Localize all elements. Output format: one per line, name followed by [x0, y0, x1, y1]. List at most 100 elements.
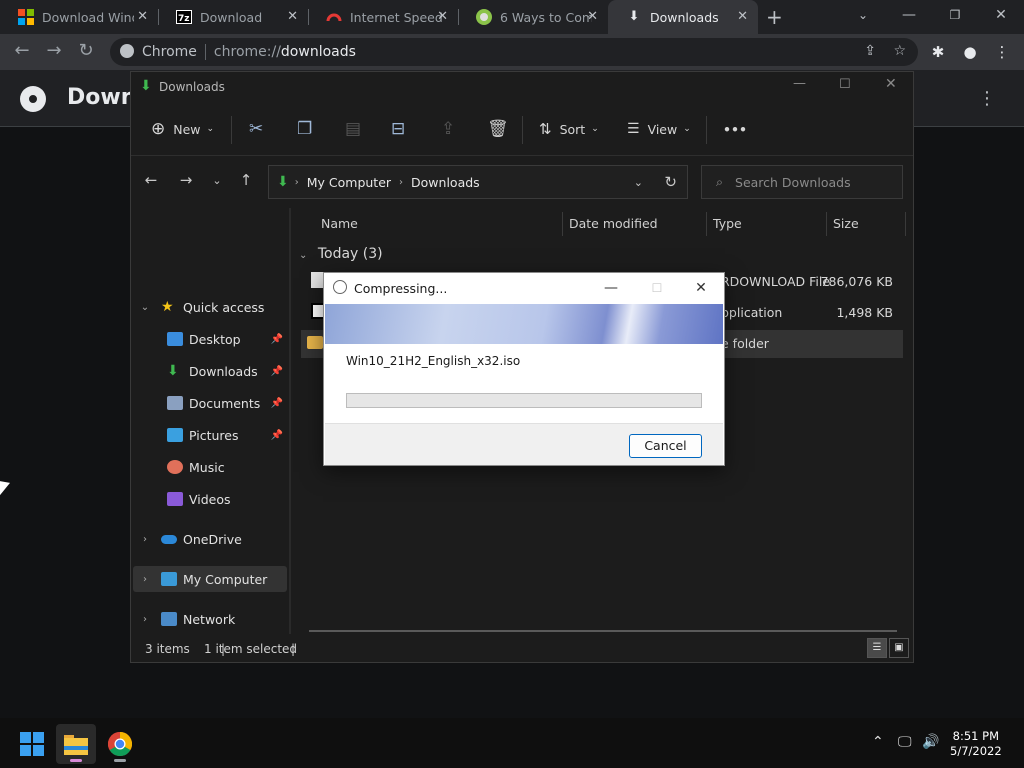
group-header-today[interactable]: ⌄ Today (3)	[299, 246, 383, 262]
nav-desktop[interactable]: Desktop 📌	[167, 326, 287, 352]
restore-button[interactable]: ❐	[932, 0, 978, 34]
column-separator[interactable]	[706, 212, 707, 236]
chevron-down-icon[interactable]: ⌄	[634, 176, 643, 189]
clock-time: 8:51 PM	[952, 729, 999, 743]
address-bar-row: ← → ⌄ ↑ ⬇ › My Computer › Downloads ⌄ ↻ …	[131, 156, 913, 208]
nav-my-computer[interactable]: › My Computer	[133, 566, 287, 592]
chevron-down-icon: ⌄	[683, 124, 691, 134]
search-placeholder: Search Downloads	[735, 174, 851, 190]
system-clock[interactable]: 8:51 PM 5/7/2022	[950, 729, 1002, 759]
breadcrumb-downloads[interactable]: Downloads	[411, 175, 480, 190]
close-button[interactable]: ✕	[885, 76, 897, 92]
minimize-button[interactable]: —	[793, 76, 806, 91]
sort-button[interactable]: ⇅ Sort ⌄	[539, 102, 599, 156]
new-tab-button[interactable]: +	[766, 5, 783, 29]
new-button[interactable]: ⊕ New ⌄	[151, 102, 214, 156]
search-input[interactable]: ⌕ Search Downloads	[701, 165, 903, 199]
minimize-button[interactable]: —	[886, 0, 932, 34]
omnibox-site-label: Chrome	[142, 44, 197, 60]
forward-button[interactable]: →	[38, 34, 70, 70]
column-header-date[interactable]: Date modified	[569, 214, 658, 238]
nav-label: Music	[189, 459, 225, 475]
view-icon: ☰	[627, 121, 640, 137]
volume-icon[interactable]: 🔊	[922, 734, 939, 750]
close-tab-icon[interactable]: ✕	[737, 9, 748, 24]
tab-search-icon[interactable]: ⌄	[840, 0, 886, 34]
recent-locations-icon[interactable]: ⌄	[205, 174, 229, 187]
command-separator	[522, 116, 523, 144]
address-bar[interactable]: ⬇ › My Computer › Downloads ⌄ ↻	[268, 165, 688, 199]
scissors-icon: ✂	[249, 119, 264, 139]
delete-button[interactable]: 🗑	[487, 102, 509, 156]
nav-videos[interactable]: Videos	[167, 486, 287, 512]
nav-pictures[interactable]: Pictures 📌	[167, 422, 287, 448]
bookmark-star-icon[interactable]: ☆	[893, 43, 906, 59]
nav-network[interactable]: › Network	[139, 606, 295, 632]
forward-arrow-icon[interactable]: →	[174, 171, 198, 189]
close-tab-icon[interactable]: ✕	[287, 9, 298, 24]
extensions-icon[interactable]: ✱	[922, 34, 954, 70]
tiles-view-icon[interactable]: ▣	[889, 638, 909, 658]
tab-download-7zip[interactable]: 7z Download ✕	[158, 0, 308, 34]
reload-button[interactable]: ↻	[70, 34, 102, 70]
copy-button[interactable]: ❐	[297, 102, 312, 156]
column-separator[interactable]	[905, 212, 906, 236]
chrome-menu-icon[interactable]: ⋮	[986, 34, 1018, 70]
up-arrow-icon[interactable]: ↑	[234, 171, 258, 189]
view-button[interactable]: ☰ View ⌄	[627, 102, 691, 156]
tab-label: Download Windo	[42, 9, 134, 25]
column-separator[interactable]	[562, 212, 563, 236]
column-header-type[interactable]: Type	[713, 214, 742, 238]
nav-documents[interactable]: Documents 📌	[167, 390, 287, 416]
7zip-icon: 7z	[176, 9, 192, 25]
more-options-button[interactable]: •••	[723, 102, 747, 156]
close-tab-icon[interactable]: ✕	[587, 9, 598, 24]
share-button[interactable]: ⇪	[441, 102, 455, 156]
horizontal-scrollbar[interactable]	[309, 630, 897, 632]
close-window-button[interactable]: ✕	[978, 0, 1024, 34]
details-view-icon[interactable]: ☰	[867, 638, 887, 658]
cut-button[interactable]: ✂	[249, 102, 263, 156]
column-header-size[interactable]: Size	[833, 214, 859, 238]
pin-icon: 📌	[270, 365, 283, 377]
maximize-button[interactable]: ☐	[839, 77, 851, 92]
compressing-file-name: Win10_21H2_English_x32.iso	[346, 354, 521, 368]
nav-onedrive[interactable]: › OneDrive	[139, 526, 295, 552]
back-button[interactable]: ←	[6, 34, 38, 70]
nav-downloads[interactable]: ⬇ Downloads 📌	[167, 358, 287, 384]
file-explorer-taskbar-button[interactable]	[56, 724, 96, 764]
documents-icon	[167, 396, 183, 410]
tab-internet-speed[interactable]: Internet Speed ✕	[308, 0, 458, 34]
cancel-button[interactable]: Cancel	[629, 434, 702, 458]
nav-quick-access[interactable]: ⌄ ★ Quick access	[139, 294, 295, 320]
column-separator[interactable]	[826, 212, 827, 236]
clock-date: 5/7/2022	[950, 744, 1002, 758]
nav-music[interactable]: Music	[167, 454, 287, 480]
close-tab-icon[interactable]: ✕	[437, 9, 448, 24]
tab-download-windows[interactable]: Download Windo ✕	[0, 0, 158, 34]
chrome-logo-icon	[20, 86, 46, 112]
minimize-button[interactable]: —	[588, 273, 634, 304]
share-icon[interactable]: ⇪	[864, 43, 876, 59]
chrome-taskbar-button[interactable]	[100, 724, 140, 764]
pin-icon: 📌	[270, 397, 283, 409]
rename-button[interactable]: ⊟	[391, 102, 405, 156]
tab-6-ways[interactable]: 6 Ways to Comp ✕	[458, 0, 608, 34]
profile-icon[interactable]: ●	[954, 34, 986, 70]
column-header-name[interactable]: Name	[321, 214, 358, 238]
page-menu-icon[interactable]: ⋮	[978, 88, 996, 109]
show-hidden-icons-icon[interactable]: ⌃	[872, 734, 884, 750]
back-arrow-icon[interactable]: ←	[139, 171, 163, 189]
chrome-tab-strip: Download Windo ✕ 7z Download ✕ Internet …	[0, 0, 1024, 34]
breadcrumb-my-computer[interactable]: My Computer	[307, 175, 391, 190]
chevron-down-icon: ⌄	[591, 124, 599, 134]
network-icon[interactable]: 🖵	[898, 734, 912, 750]
close-button[interactable]: ✕	[678, 273, 724, 304]
close-tab-icon[interactable]: ✕	[137, 9, 148, 24]
start-button[interactable]	[12, 724, 52, 764]
paste-button[interactable]: ▤	[345, 102, 361, 156]
tab-downloads[interactable]: ⬇ Downloads ✕	[608, 0, 758, 34]
rename-icon: ⊟	[391, 119, 406, 139]
refresh-icon[interactable]: ↻	[664, 173, 677, 191]
omnibox[interactable]: Chrome chrome:// downloads ⇪ ☆	[110, 38, 918, 66]
